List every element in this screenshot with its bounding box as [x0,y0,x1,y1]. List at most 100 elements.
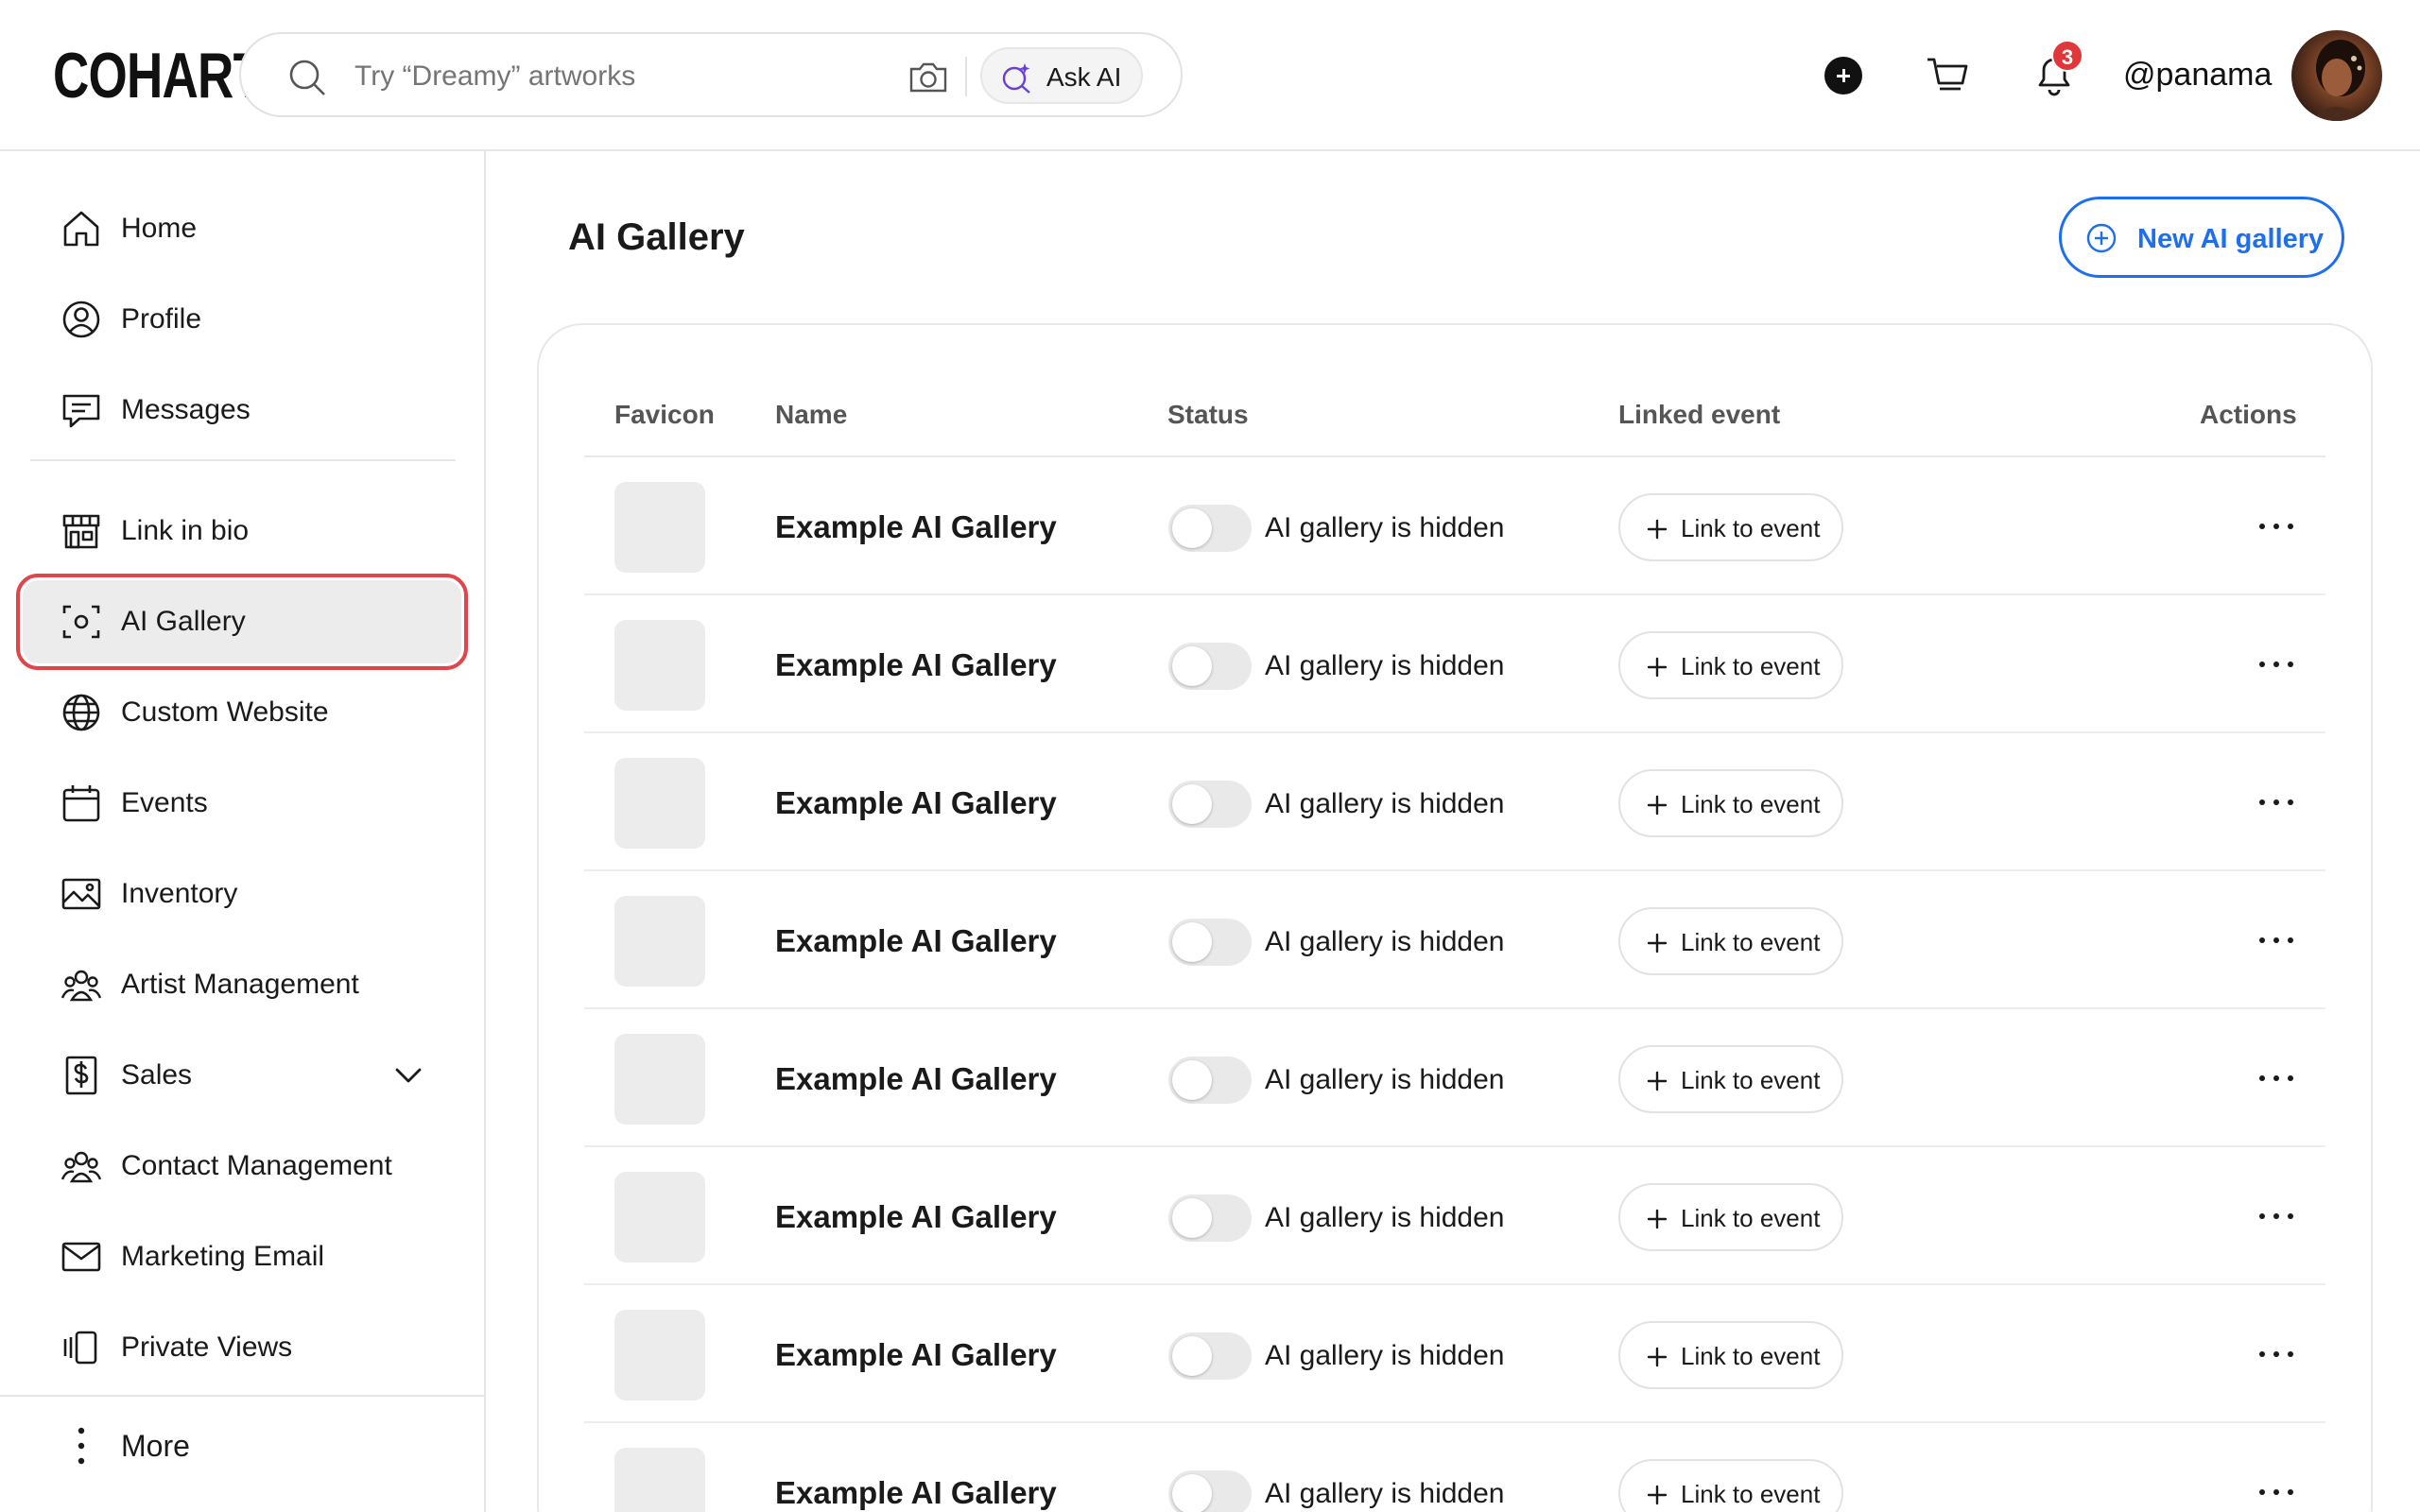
column-header-status[interactable]: Status [1167,399,1249,431]
visibility-toggle[interactable] [1168,643,1252,690]
table-row[interactable]: Example AI Gallery AI gallery is hidden Li… [584,1147,2325,1285]
link-to-event-button[interactable]: Link to event [1618,1321,1843,1389]
create-plus-icon[interactable] [1824,57,1862,94]
visibility-toggle[interactable] [1168,781,1252,828]
gallery-name[interactable]: Example AI Gallery [775,922,1057,960]
table-row[interactable]: Example AI Gallery AI gallery is hidden Li… [584,1423,2325,1512]
visibility-toggle[interactable] [1168,1194,1252,1242]
link-to-event-button[interactable]: Link to event [1618,1183,1843,1251]
favicon-placeholder[interactable] [614,1034,705,1125]
table-row[interactable]: Example AI Gallery AI gallery is hidden Li… [584,733,2325,871]
favicon-placeholder[interactable] [614,1310,705,1400]
visibility-toggle[interactable] [1168,1332,1252,1380]
column-header-favicon[interactable]: Favicon [614,399,715,431]
link-to-event-button[interactable]: Link to event [1618,769,1843,837]
home-icon [63,211,99,247]
cohart-logo[interactable]: COHART [53,42,264,110]
sidebar-item-link-in-bio[interactable]: Link in bio [23,490,461,573]
gallery-name[interactable]: Example AI Gallery [775,1336,1057,1374]
more-actions-icon[interactable] [2257,1202,2295,1230]
more-actions-icon[interactable] [2257,788,2295,816]
more-actions-icon[interactable] [2257,650,2295,679]
sidebar-item-label: Inventory [121,878,238,909]
more-actions-icon[interactable] [2257,512,2295,541]
sidebar-item-label: Link in bio [121,515,250,546]
table-row[interactable]: Example AI Gallery AI gallery is hidden Li… [584,595,2325,733]
sidebar-item-profile[interactable]: Profile [23,278,461,361]
table-row[interactable]: Example AI Gallery AI gallery is hidden Li… [584,871,2325,1009]
ask-ai-button[interactable]: Ask AI [980,47,1143,104]
sidebar-item-marketing-email[interactable]: Marketing Email [23,1215,461,1298]
sidebar-item-messages[interactable]: Messages [23,369,461,452]
more-actions-icon[interactable] [2257,1478,2295,1506]
visibility-toggle[interactable] [1168,505,1252,552]
plus-icon [1647,519,1668,540]
chevron-down-icon[interactable] [389,1057,427,1094]
table-row[interactable]: Example AI Gallery AI gallery is hidden Li… [584,457,2325,595]
scan-icon [62,605,100,639]
link-to-event-button[interactable]: Link to event [1618,907,1843,975]
column-header-name[interactable]: Name [775,399,847,431]
visibility-toggle[interactable] [1168,1057,1252,1104]
camera-icon[interactable] [907,55,950,98]
more-actions-icon[interactable] [2257,1340,2295,1368]
sidebar-more-button[interactable]: More [23,1408,461,1484]
gallery-name[interactable]: Example AI Gallery [775,1474,1057,1512]
search-bar[interactable]: Try “Dreamy” artworks Ask AI [239,32,1183,117]
plus-icon [1647,1485,1668,1505]
more-actions-icon[interactable] [2257,1064,2295,1092]
favicon-placeholder[interactable] [614,620,705,711]
sidebar-item-events[interactable]: Events [23,762,461,845]
sidebar-item-inventory[interactable]: Inventory [23,852,461,936]
link-to-event-button[interactable]: Link to event [1618,1045,1843,1113]
search-input[interactable]: Try “Dreamy” artworks [354,59,635,94]
visibility-toggle[interactable] [1168,1470,1252,1512]
sidebar-item-label: Profile [121,303,202,335]
new-ai-gallery-button[interactable]: New AI gallery [2059,197,2344,278]
table-row[interactable]: Example AI Gallery AI gallery is hidden Li… [584,1009,2325,1147]
column-header-actions: Actions [2200,400,2297,429]
favicon-placeholder[interactable] [614,758,705,849]
link-to-event-label: Link to event [1681,790,1821,818]
column-header-linked-event[interactable]: Linked event [1618,399,1780,431]
more-actions-icon[interactable] [2257,926,2295,954]
sidebar-item-sales[interactable]: Sales [23,1034,461,1117]
sidebar-item-contact-management[interactable]: Contact Management [23,1125,461,1208]
gallery-status: AI gallery is hidden [1265,650,1505,681]
link-to-event-button[interactable]: Link to event [1618,493,1843,561]
ask-ai-label: Ask AI [1046,62,1122,92]
sidebar-item-private-views[interactable]: Private Views [23,1306,461,1389]
gallery-name[interactable]: Example AI Gallery [775,1060,1057,1098]
sidebar-item-home[interactable]: Home [23,187,461,270]
gallery-name[interactable]: Example AI Gallery [775,784,1057,822]
link-to-event-label: Link to event [1681,1066,1821,1094]
username[interactable]: @panama [2123,55,2272,94]
gallery-name[interactable]: Example AI Gallery [775,646,1057,684]
notification-badge: 3 [2051,40,2083,72]
image-icon [61,878,101,910]
sidebar-item-label: Marketing Email [121,1241,325,1272]
sidebar-item-ai-gallery[interactable]: AI Gallery [16,574,468,670]
link-to-event-label: Link to event [1681,1204,1821,1232]
visibility-toggle[interactable] [1168,919,1252,966]
storefront-icon [62,514,100,549]
link-to-event-button[interactable]: Link to event [1618,1459,1843,1512]
cart-icon[interactable] [1925,53,1970,98]
gallery-status: AI gallery is hidden [1265,512,1505,543]
link-to-event-label: Link to event [1681,928,1821,956]
avatar[interactable] [2291,30,2382,121]
toggle-knob [1172,1336,1212,1376]
gallery-name[interactable]: Example AI Gallery [775,1198,1057,1236]
gallery-name[interactable]: Example AI Gallery [775,508,1057,546]
favicon-placeholder[interactable] [614,1448,705,1512]
link-to-event-button[interactable]: Link to event [1618,631,1843,699]
search-divider [965,57,967,96]
favicon-placeholder[interactable] [614,1172,705,1263]
sidebar-item-custom-website[interactable]: Custom Website [23,671,461,754]
users-icon [60,970,102,1002]
sidebar-item-artist-management[interactable]: Artist Management [23,943,461,1026]
favicon-placeholder[interactable] [614,896,705,987]
favicon-placeholder[interactable] [614,482,705,573]
table-row[interactable]: Example AI Gallery AI gallery is hidden Li… [584,1285,2325,1423]
toggle-knob [1172,1060,1212,1100]
